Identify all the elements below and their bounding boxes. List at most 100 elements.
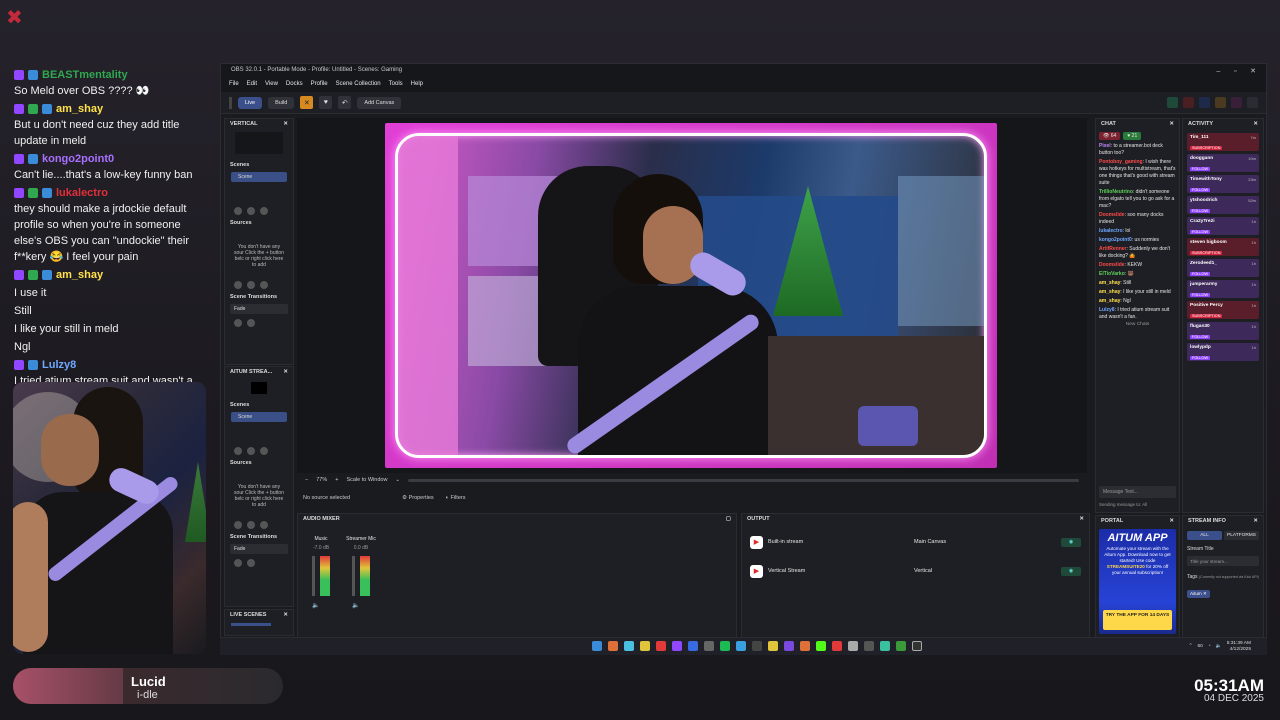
studio-mode-icon[interactable] — [1231, 97, 1242, 108]
try-app-button[interactable]: TRY THE APP FOR 14 DAYS — [1103, 610, 1172, 630]
speaker-icon[interactable]: 🔈 — [352, 602, 359, 609]
obs-icon[interactable] — [912, 641, 922, 651]
menu-item-tools[interactable]: Tools — [389, 81, 403, 89]
dock-close-icon[interactable]: ✕ — [283, 612, 288, 619]
app-icon[interactable] — [608, 641, 618, 651]
scale-mode-select[interactable]: Scale to Window — [346, 477, 387, 483]
app-icon[interactable] — [688, 641, 698, 651]
dock-close-icon[interactable]: ✕ — [1169, 121, 1174, 128]
undo-icon[interactable]: ↶ — [338, 96, 352, 109]
settings-gear-icon[interactable] — [1247, 97, 1258, 108]
activity-item[interactable]: lowlypdp FOLLOW 1h — [1187, 343, 1259, 361]
add-source-icon[interactable] — [234, 281, 242, 289]
dock-close-icon[interactable]: ✕ — [283, 369, 288, 376]
transition-select[interactable]: Fade — [230, 544, 288, 554]
add-scene-icon[interactable] — [234, 207, 242, 215]
delete-transition-icon[interactable] — [247, 319, 255, 327]
taskbar-clock[interactable]: 5:31:39 AM 4/12/2025 — [1227, 641, 1251, 652]
stream-status-icon[interactable] — [1167, 97, 1178, 108]
menu-item-profile[interactable]: Profile — [311, 81, 328, 89]
zoom-percent[interactable]: 77% — [316, 477, 327, 483]
app-icon[interactable] — [672, 641, 682, 651]
activity-item[interactable]: TimewithTony FOLLOW 23m — [1187, 175, 1259, 193]
dock-close-icon[interactable]: ✕ — [1253, 518, 1258, 525]
menu-item-edit[interactable]: Edit — [247, 81, 257, 89]
app-icon[interactable] — [880, 641, 890, 651]
tab-platforms[interactable]: PLATFORMS — [1224, 531, 1259, 540]
volume-fader[interactable] — [312, 556, 315, 596]
dock-close-icon[interactable]: ✕ — [1079, 516, 1084, 523]
chevron-down-icon[interactable]: ⌄ — [395, 477, 400, 483]
dock-close-icon[interactable]: ✕ — [283, 121, 288, 128]
maximize-icon[interactable]: ▫ — [1234, 68, 1236, 75]
scene-item[interactable]: Scene — [231, 172, 287, 182]
menu-item-docks[interactable]: Docks — [286, 81, 303, 89]
volume-icon[interactable]: 🔈 — [1216, 644, 1222, 649]
record-icon[interactable] — [1183, 97, 1194, 108]
scene-settings-icon[interactable] — [260, 447, 268, 455]
menu-item-file[interactable]: File — [229, 81, 239, 89]
chat-message-input[interactable]: Message Text... — [1099, 486, 1176, 498]
activity-item[interactable]: steven bigboom SUBSCRIPTION 1h — [1187, 238, 1259, 256]
delete-transition-icon[interactable] — [247, 559, 255, 567]
app-icon[interactable] — [752, 641, 762, 651]
close-icon[interactable]: ✕ — [1250, 68, 1256, 75]
scene-settings-icon[interactable] — [260, 207, 268, 215]
file-explorer-icon[interactable] — [640, 641, 650, 651]
stream-title-input[interactable]: Title your stream... — [1187, 556, 1259, 566]
app-icon[interactable] — [736, 641, 746, 651]
volume-fader[interactable] — [352, 556, 355, 596]
activity-item[interactable]: ytshoodrich FOLLOW 52m — [1187, 196, 1259, 214]
activity-item[interactable]: Cra2yTre2i FOLLOW 1h — [1187, 217, 1259, 235]
activity-item[interactable]: Zerodeed1_ FOLLOW 1h — [1187, 259, 1259, 277]
add-source-icon[interactable] — [234, 521, 242, 529]
network-icon[interactable]: ◔ — [1208, 644, 1211, 649]
output-toggle-button[interactable]: ◉ — [1061, 566, 1081, 576]
add-canvas-button[interactable]: Add Canvas — [357, 96, 402, 109]
source-settings-icon[interactable] — [260, 281, 268, 289]
source-settings-icon[interactable] — [260, 521, 268, 529]
delete-scene-icon[interactable] — [247, 447, 255, 455]
delete-scene-icon[interactable] — [247, 207, 255, 215]
zoom-out-button[interactable]: − — [305, 477, 308, 483]
scene-item[interactable]: Scene — [231, 412, 287, 422]
app-icon[interactable] — [896, 641, 906, 651]
minimize-icon[interactable]: – — [1216, 68, 1220, 75]
menu-item-help[interactable]: Help — [411, 81, 423, 89]
app-icon[interactable] — [864, 641, 874, 651]
live-mode-button[interactable]: Live — [238, 96, 263, 109]
dock-close-icon[interactable]: ✕ — [1169, 518, 1174, 525]
transition-select[interactable]: Fade — [230, 304, 288, 314]
dock-close-icon[interactable]: ✕ — [1253, 121, 1258, 128]
app-icon[interactable] — [784, 641, 794, 651]
app-icon[interactable] — [656, 641, 666, 651]
build-mode-button[interactable]: Build — [268, 96, 295, 109]
menu-item-view[interactable]: View — [265, 81, 278, 89]
youtube-icon[interactable] — [832, 641, 842, 651]
properties-button[interactable]: ⚙ Properties — [402, 495, 434, 501]
activity-item[interactable]: Positive Percy SUBSCRIPTION 1h — [1187, 301, 1259, 319]
speaker-icon[interactable]: 🔈 — [312, 602, 319, 609]
delete-source-icon[interactable] — [247, 521, 255, 529]
activity-item[interactable]: jumperarmy FOLLOW 1h — [1187, 280, 1259, 298]
activity-item[interactable]: Tim_111 SUBSCRIPTION 7m — [1187, 133, 1259, 151]
app-icon[interactable] — [800, 641, 810, 651]
filters-button[interactable]: ◐ Filters — [446, 495, 466, 501]
spotify-icon[interactable] — [720, 641, 730, 651]
output-toggle-button[interactable]: ◉ — [1061, 537, 1081, 547]
app-icon[interactable] — [704, 641, 714, 651]
menu-item-scene-collection[interactable]: Scene Collection — [336, 81, 381, 89]
add-transition-icon[interactable] — [234, 559, 242, 567]
tray-chevron-icon[interactable]: ⌃ — [1188, 644, 1192, 649]
tag-chip[interactable]: Aitum ✕ — [1187, 590, 1210, 598]
activity-item[interactable]: dooggann FOLLOW 10m — [1187, 154, 1259, 172]
activity-item[interactable]: flugan30 FOLLOW 1h — [1187, 322, 1259, 340]
browser-icon[interactable] — [624, 641, 634, 651]
app-icon[interactable] — [768, 641, 778, 651]
virtual-cam-icon[interactable] — [1215, 97, 1226, 108]
zoom-in-button[interactable]: + — [335, 477, 338, 483]
preview-scrollbar[interactable] — [408, 478, 1079, 482]
replay-icon[interactable] — [1199, 97, 1210, 108]
app-icon[interactable] — [848, 641, 858, 651]
main-canvas-preview[interactable] — [385, 123, 997, 468]
